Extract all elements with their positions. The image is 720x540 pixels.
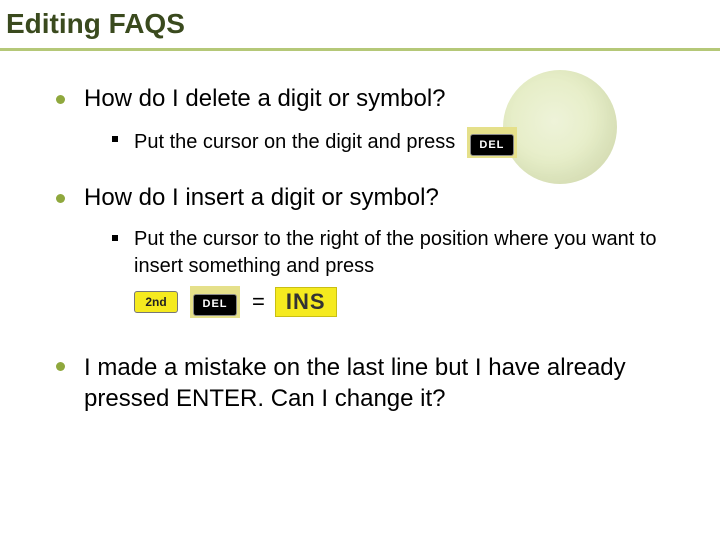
faq-question-3-text: I made a mistake on the last line but I … xyxy=(84,354,626,412)
del-key-wrap: DEL xyxy=(467,127,517,158)
faq-question-1-text: How do I delete a digit or symbol? xyxy=(84,85,446,112)
faq-answer-1-text: Put the cursor on the digit and press xyxy=(134,131,455,153)
equals-sign: = xyxy=(252,287,265,317)
content-area: How do I delete a digit or symbol? Put t… xyxy=(0,51,720,414)
faq-answer-1: Put the cursor on the digit and press DE… xyxy=(56,127,702,158)
faq-question-3: I made a mistake on the last line but I … xyxy=(56,352,702,414)
faq-answer-2-text: Put the cursor to the right of the posit… xyxy=(134,228,657,277)
second-key-icon: 2nd xyxy=(134,291,178,313)
square-bullet-icon xyxy=(112,136,118,142)
slide-title: Editing FAQS xyxy=(0,8,185,40)
bullet-icon xyxy=(56,362,65,371)
faq-answer-2: Put the cursor to the right of the posit… xyxy=(56,226,702,317)
title-bar: Editing FAQS xyxy=(0,0,720,51)
key-combo-row: 2nd DEL = INS xyxy=(134,286,702,317)
faq-question-2-text: How do I insert a digit or symbol? xyxy=(84,184,439,211)
faq-question-1: How do I delete a digit or symbol? xyxy=(56,85,702,113)
faq-question-2: How do I insert a digit or symbol? xyxy=(56,184,702,212)
del-key-icon: DEL xyxy=(193,294,237,316)
bullet-icon xyxy=(56,95,65,104)
ins-key-icon: INS xyxy=(275,287,337,317)
bullet-icon xyxy=(56,194,65,203)
del-key-icon: DEL xyxy=(470,134,514,156)
del-key-wrap: DEL xyxy=(190,286,240,317)
square-bullet-icon xyxy=(112,235,118,241)
